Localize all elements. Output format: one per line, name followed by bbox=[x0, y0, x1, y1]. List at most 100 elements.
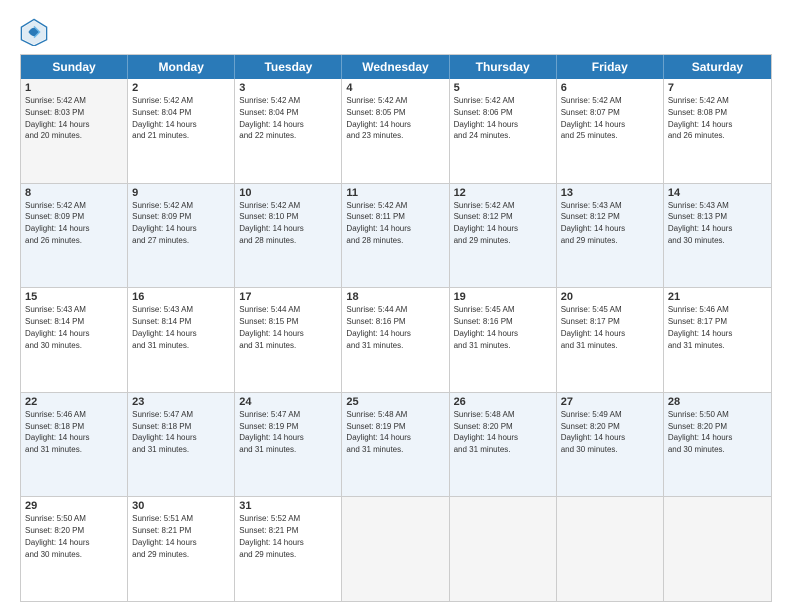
cal-cell: 10Sunrise: 5:42 AM Sunset: 8:10 PM Dayli… bbox=[235, 184, 342, 288]
cal-cell: 20 Sunrise: 5:45 AM Sunset: 8:17 PM Dayli… bbox=[557, 288, 664, 392]
day-content: Sunrise: 5:42 AM Sunset: 8:09 PM Dayligh… bbox=[132, 201, 196, 245]
day-content: Sunrise: 5:48 AM Sunset: 8:19 PM Dayligh… bbox=[346, 410, 410, 454]
cal-cell: 16 Sunrise: 5:43 AM Sunset: 8:14 PM Dayli… bbox=[128, 288, 235, 392]
cal-cell: 7 Sunrise: 5:42 AM Sunset: 8:08 PM Daylig… bbox=[664, 79, 771, 183]
day-content: Sunrise: 5:44 AM Sunset: 8:15 PM Dayligh… bbox=[239, 305, 303, 349]
day-number: 22 bbox=[25, 396, 123, 408]
cal-cell: 13 Sunrise: 5:43 AM Sunset: 8:12 PM Dayli… bbox=[557, 184, 664, 288]
cal-cell: 11Sunrise: 5:42 AM Sunset: 8:11 PM Dayli… bbox=[342, 184, 449, 288]
day-content: Sunrise: 5:45 AM Sunset: 8:17 PM Dayligh… bbox=[561, 305, 625, 349]
calendar-header: SundayMondayTuesdayWednesdayThursdayFrid… bbox=[21, 55, 771, 79]
day-number: 5 bbox=[454, 82, 552, 94]
header-day-thursday: Thursday bbox=[450, 55, 557, 79]
day-number: 1 bbox=[25, 82, 123, 94]
day-content: Sunrise: 5:42 AM Sunset: 8:03 PM Dayligh… bbox=[25, 96, 89, 140]
day-content: Sunrise: 5:42 AM Sunset: 8:07 PM Dayligh… bbox=[561, 96, 625, 140]
cal-cell bbox=[342, 497, 449, 601]
header-day-monday: Monday bbox=[128, 55, 235, 79]
cal-cell: 19 Sunrise: 5:45 AM Sunset: 8:16 PM Dayli… bbox=[450, 288, 557, 392]
day-content: Sunrise: 5:42 AM Sunset: 8:10 PM Dayligh… bbox=[239, 201, 303, 245]
header bbox=[20, 18, 772, 46]
day-content: Sunrise: 5:46 AM Sunset: 8:17 PM Dayligh… bbox=[668, 305, 732, 349]
cal-cell: 27Sunrise: 5:49 AM Sunset: 8:20 PM Dayli… bbox=[557, 393, 664, 497]
header-day-wednesday: Wednesday bbox=[342, 55, 449, 79]
day-content: Sunrise: 5:45 AM Sunset: 8:16 PM Dayligh… bbox=[454, 305, 518, 349]
day-number: 28 bbox=[668, 396, 767, 408]
cal-cell: 22 Sunrise: 5:46 AM Sunset: 8:18 PM Dayli… bbox=[21, 393, 128, 497]
cal-cell: 17 Sunrise: 5:44 AM Sunset: 8:15 PM Dayli… bbox=[235, 288, 342, 392]
day-number: 17 bbox=[239, 291, 337, 303]
cal-cell: 15Sunrise: 5:43 AM Sunset: 8:14 PM Dayli… bbox=[21, 288, 128, 392]
day-number: 16 bbox=[132, 291, 230, 303]
calendar-row-0: 1 Sunrise: 5:42 AM Sunset: 8:03 PM Daylig… bbox=[21, 79, 771, 184]
cal-cell: 4 Sunrise: 5:42 AM Sunset: 8:05 PM Daylig… bbox=[342, 79, 449, 183]
logo bbox=[20, 18, 52, 46]
cal-cell: 30 Sunrise: 5:51 AM Sunset: 8:21 PM Dayli… bbox=[128, 497, 235, 601]
day-content: Sunrise: 5:50 AM Sunset: 8:20 PM Dayligh… bbox=[25, 514, 89, 558]
day-number: 23 bbox=[132, 396, 230, 408]
day-number: 13 bbox=[561, 187, 659, 199]
header-day-tuesday: Tuesday bbox=[235, 55, 342, 79]
cal-cell: 21 Sunrise: 5:46 AM Sunset: 8:17 PM Dayli… bbox=[664, 288, 771, 392]
day-number: 19 bbox=[454, 291, 552, 303]
calendar-row-1: 8 Sunrise: 5:42 AM Sunset: 8:09 PM Daylig… bbox=[21, 184, 771, 289]
day-number: 7 bbox=[668, 82, 767, 94]
cal-cell: 3 Sunrise: 5:42 AM Sunset: 8:04 PM Daylig… bbox=[235, 79, 342, 183]
cal-cell: 29 Sunrise: 5:50 AM Sunset: 8:20 PM Dayli… bbox=[21, 497, 128, 601]
cal-cell: 18Sunrise: 5:44 AM Sunset: 8:16 PM Dayli… bbox=[342, 288, 449, 392]
day-content: Sunrise: 5:48 AM Sunset: 8:20 PM Dayligh… bbox=[454, 410, 518, 454]
day-number: 30 bbox=[132, 500, 230, 512]
cal-cell: 1 Sunrise: 5:42 AM Sunset: 8:03 PM Daylig… bbox=[21, 79, 128, 183]
cal-cell: 31 Sunrise: 5:52 AM Sunset: 8:21 PM Dayli… bbox=[235, 497, 342, 601]
calendar: SundayMondayTuesdayWednesdayThursdayFrid… bbox=[20, 54, 772, 602]
header-day-friday: Friday bbox=[557, 55, 664, 79]
day-content: Sunrise: 5:50 AM Sunset: 8:20 PM Dayligh… bbox=[668, 410, 732, 454]
day-number: 20 bbox=[561, 291, 659, 303]
day-content: Sunrise: 5:43 AM Sunset: 8:13 PM Dayligh… bbox=[668, 201, 732, 245]
day-content: Sunrise: 5:47 AM Sunset: 8:18 PM Dayligh… bbox=[132, 410, 196, 454]
day-number: 25 bbox=[346, 396, 444, 408]
day-number: 8 bbox=[25, 187, 123, 199]
cal-cell: 23 Sunrise: 5:47 AM Sunset: 8:18 PM Dayli… bbox=[128, 393, 235, 497]
day-number: 21 bbox=[668, 291, 767, 303]
cal-cell: 26 Sunrise: 5:48 AM Sunset: 8:20 PM Dayli… bbox=[450, 393, 557, 497]
day-number: 11 bbox=[346, 187, 444, 199]
day-number: 31 bbox=[239, 500, 337, 512]
day-number: 2 bbox=[132, 82, 230, 94]
day-number: 26 bbox=[454, 396, 552, 408]
header-day-saturday: Saturday bbox=[664, 55, 771, 79]
day-content: Sunrise: 5:42 AM Sunset: 8:12 PM Dayligh… bbox=[454, 201, 518, 245]
day-content: Sunrise: 5:51 AM Sunset: 8:21 PM Dayligh… bbox=[132, 514, 196, 558]
cal-cell: 2 Sunrise: 5:42 AM Sunset: 8:04 PM Daylig… bbox=[128, 79, 235, 183]
day-content: Sunrise: 5:42 AM Sunset: 8:08 PM Dayligh… bbox=[668, 96, 732, 140]
cal-cell: 24Sunrise: 5:47 AM Sunset: 8:19 PM Dayli… bbox=[235, 393, 342, 497]
day-content: Sunrise: 5:42 AM Sunset: 8:05 PM Dayligh… bbox=[346, 96, 410, 140]
cal-cell: 25 Sunrise: 5:48 AM Sunset: 8:19 PM Dayli… bbox=[342, 393, 449, 497]
day-content: Sunrise: 5:42 AM Sunset: 8:04 PM Dayligh… bbox=[132, 96, 196, 140]
day-content: Sunrise: 5:46 AM Sunset: 8:18 PM Dayligh… bbox=[25, 410, 89, 454]
calendar-row-4: 29 Sunrise: 5:50 AM Sunset: 8:20 PM Dayli… bbox=[21, 497, 771, 601]
calendar-row-3: 22 Sunrise: 5:46 AM Sunset: 8:18 PM Dayli… bbox=[21, 393, 771, 498]
day-content: Sunrise: 5:43 AM Sunset: 8:14 PM Dayligh… bbox=[132, 305, 196, 349]
day-content: Sunrise: 5:43 AM Sunset: 8:12 PM Dayligh… bbox=[561, 201, 625, 245]
day-number: 14 bbox=[668, 187, 767, 199]
day-content: Sunrise: 5:42 AM Sunset: 8:04 PM Dayligh… bbox=[239, 96, 303, 140]
day-number: 4 bbox=[346, 82, 444, 94]
day-number: 3 bbox=[239, 82, 337, 94]
day-number: 6 bbox=[561, 82, 659, 94]
cal-cell: 12Sunrise: 5:42 AM Sunset: 8:12 PM Dayli… bbox=[450, 184, 557, 288]
logo-icon bbox=[20, 18, 48, 46]
cal-cell: 5Sunrise: 5:42 AM Sunset: 8:06 PM Daylig… bbox=[450, 79, 557, 183]
day-number: 24 bbox=[239, 396, 337, 408]
day-number: 27 bbox=[561, 396, 659, 408]
cal-cell: 28 Sunrise: 5:50 AM Sunset: 8:20 PM Dayli… bbox=[664, 393, 771, 497]
header-day-sunday: Sunday bbox=[21, 55, 128, 79]
day-number: 29 bbox=[25, 500, 123, 512]
cal-cell: 14 Sunrise: 5:43 AM Sunset: 8:13 PM Dayli… bbox=[664, 184, 771, 288]
cal-cell bbox=[450, 497, 557, 601]
day-number: 9 bbox=[132, 187, 230, 199]
cal-cell bbox=[557, 497, 664, 601]
day-number: 18 bbox=[346, 291, 444, 303]
cal-cell: 6 Sunrise: 5:42 AM Sunset: 8:07 PM Daylig… bbox=[557, 79, 664, 183]
day-content: Sunrise: 5:52 AM Sunset: 8:21 PM Dayligh… bbox=[239, 514, 303, 558]
